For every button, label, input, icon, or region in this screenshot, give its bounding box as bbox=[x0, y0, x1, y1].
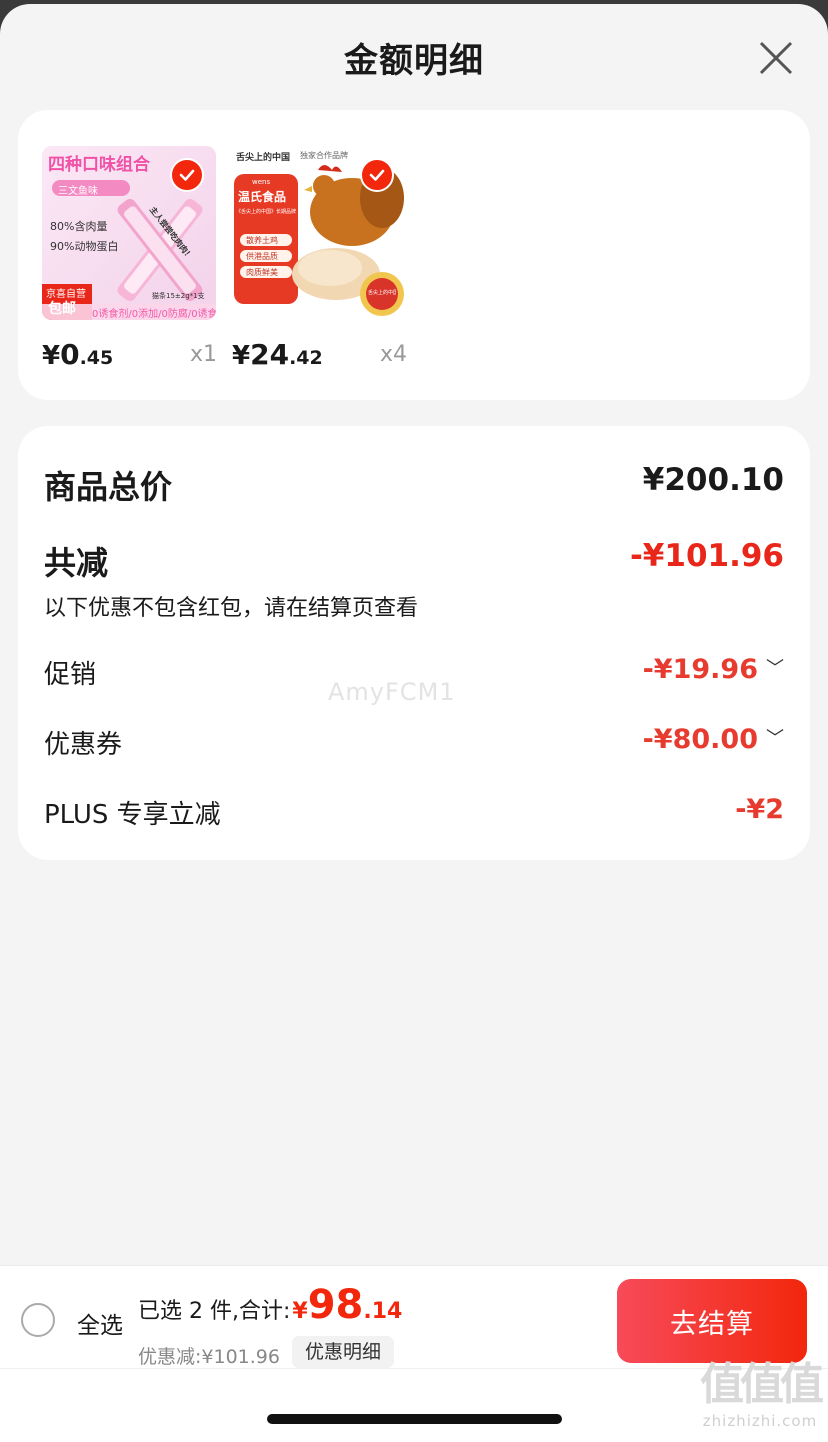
close-icon bbox=[759, 41, 793, 75]
coupon-label: 优惠券 bbox=[44, 730, 123, 760]
total-reduction-row: 共减 -¥101.96 bbox=[44, 538, 784, 582]
product-image-brand: 舌尖上的中国 bbox=[236, 153, 291, 163]
total-price-label: 商品总价 bbox=[44, 468, 173, 506]
corner-logo-mark: 值值值 bbox=[700, 1359, 824, 1410]
total-price-value: ¥200.10 bbox=[642, 462, 784, 498]
grand-total-integer: 98 bbox=[307, 1282, 364, 1328]
product-image-tag: 三文鱼味 bbox=[58, 186, 98, 197]
product-price-row: ¥24.42 x4 bbox=[232, 330, 407, 380]
home-indicator[interactable] bbox=[267, 1414, 562, 1424]
corner-logo: 值值值 zhizhizhi.com bbox=[700, 1348, 824, 1430]
product-image[interactable]: 舌尖上的中国 独家合作品牌 wens 温氏食品 《舌尖上的中国》长期品牌 散养土… bbox=[232, 146, 406, 320]
product-price: ¥24.42 bbox=[232, 338, 323, 371]
discount-summary: 优惠减:¥101.96 bbox=[138, 1346, 280, 1368]
product-image-feature: 肉质鲜美 bbox=[246, 268, 278, 277]
grand-total-currency: ¥ bbox=[292, 1299, 308, 1324]
selected-check-icon[interactable] bbox=[170, 158, 204, 192]
plus-reduction-value: -¥2 bbox=[735, 794, 784, 825]
total-reduction-value: -¥101.96 bbox=[629, 538, 784, 574]
product-quantity: x1 bbox=[189, 342, 217, 367]
select-all-label[interactable]: 全选 bbox=[77, 1306, 123, 1340]
product-image-spec: 猫条15±2g*1支 bbox=[152, 292, 205, 300]
product-price: ¥0.45 bbox=[42, 338, 114, 371]
product-image-feature: 散养土鸡 bbox=[246, 236, 278, 245]
product-image-footer: 0诱食剂/0添加/0防腐/0诱食 bbox=[92, 309, 216, 320]
product-image[interactable]: 四种口味组合 三文鱼味 80%含肉量 90%动物蛋白 主人尝尝吃肉肉！ 猫条15… bbox=[42, 146, 216, 320]
promo-label: 促销 bbox=[44, 660, 97, 690]
products-card: 四种口味组合 三文鱼味 80%含肉量 90%动物蛋白 主人尝尝吃肉肉！ 猫条15… bbox=[18, 110, 810, 400]
product-image-line: 90%动物蛋白 bbox=[50, 240, 119, 253]
total-price-row: 商品总价 ¥200.10 bbox=[44, 462, 784, 506]
amount-detail-sheet: 金额明细 四种口味组合 三文鱼味 80%含肉量 90%动物蛋白 主人尝尝吃肉肉！… bbox=[0, 4, 828, 1442]
price-summary-card: 商品总价 ¥200.10 共减 -¥101.96 以下优惠不包含红包，请在结算页… bbox=[18, 426, 810, 860]
product-image-line: 80%含肉量 bbox=[50, 220, 108, 233]
selected-check-icon[interactable] bbox=[360, 158, 394, 192]
selected-count-text: 已选 2 件,合计: bbox=[138, 1299, 291, 1324]
product-image-partner: 独家合作品牌 bbox=[300, 151, 348, 160]
coupon-row[interactable]: 优惠券 -¥80.00 ﹀ bbox=[44, 724, 784, 764]
watermark: AmyFCM1 bbox=[328, 678, 456, 706]
sheet-header: 金额明细 bbox=[0, 4, 828, 110]
product-image-logo-small: wens bbox=[252, 178, 271, 186]
plus-reduction-label: PLUS 专享立减 bbox=[44, 800, 221, 830]
checkout-bar: 全选 已选 2 件,合计:¥98.14 优惠减:¥101.96 优惠明细 去结算… bbox=[0, 1265, 828, 1442]
promo-value-wrap[interactable]: -¥19.96 ﹀ bbox=[643, 654, 784, 685]
page-title: 金额明细 bbox=[344, 40, 484, 81]
product-item[interactable]: 舌尖上的中国 独家合作品牌 wens 温氏食品 《舌尖上的中国》长期品牌 散养土… bbox=[232, 146, 407, 380]
product-image-banner: 《舌尖上的中国》长期品牌 bbox=[236, 209, 296, 215]
product-price-row: ¥0.45 x1 bbox=[42, 330, 217, 380]
coupon-value: -¥80.00 bbox=[642, 724, 758, 755]
promo-value: -¥19.96 bbox=[642, 654, 758, 685]
total-reduction-label: 共减 bbox=[44, 544, 109, 582]
product-image-logo: 温氏食品 bbox=[238, 190, 287, 204]
chevron-down-icon[interactable]: ﹀ bbox=[766, 654, 784, 680]
corner-logo-site: zhizhizhi.com bbox=[702, 1412, 818, 1430]
product-item[interactable]: 四种口味组合 三文鱼味 80%含肉量 90%动物蛋白 主人尝尝吃肉肉！ 猫条15… bbox=[42, 146, 217, 380]
product-image-feature: 供港品质 bbox=[246, 252, 278, 261]
product-image-corner-bottom: 包邮 bbox=[48, 301, 76, 317]
close-button[interactable] bbox=[758, 40, 794, 76]
grand-total-decimal: .14 bbox=[363, 1299, 403, 1324]
reduction-note: 以下优惠不包含红包，请在结算页查看 bbox=[44, 590, 784, 622]
discount-detail-button[interactable]: 优惠明细 bbox=[292, 1336, 395, 1368]
reduction-note-text: 以下优惠不包含红包，请在结算页查看 bbox=[44, 596, 419, 621]
chevron-down-icon[interactable]: ﹀ bbox=[766, 724, 784, 750]
selection-summary: 已选 2 件,合计:¥98.14 bbox=[138, 1282, 402, 1328]
select-all-checkbox[interactable] bbox=[21, 1303, 55, 1337]
plus-reduction-row: PLUS 专享立减 -¥2 bbox=[44, 794, 784, 834]
coupon-value-wrap[interactable]: -¥80.00 ﹀ bbox=[643, 724, 784, 755]
product-image-seal: 舌尖上的中国 bbox=[368, 290, 396, 296]
product-image-title: 四种口味组合 bbox=[48, 155, 150, 175]
product-quantity: x4 bbox=[379, 342, 407, 367]
